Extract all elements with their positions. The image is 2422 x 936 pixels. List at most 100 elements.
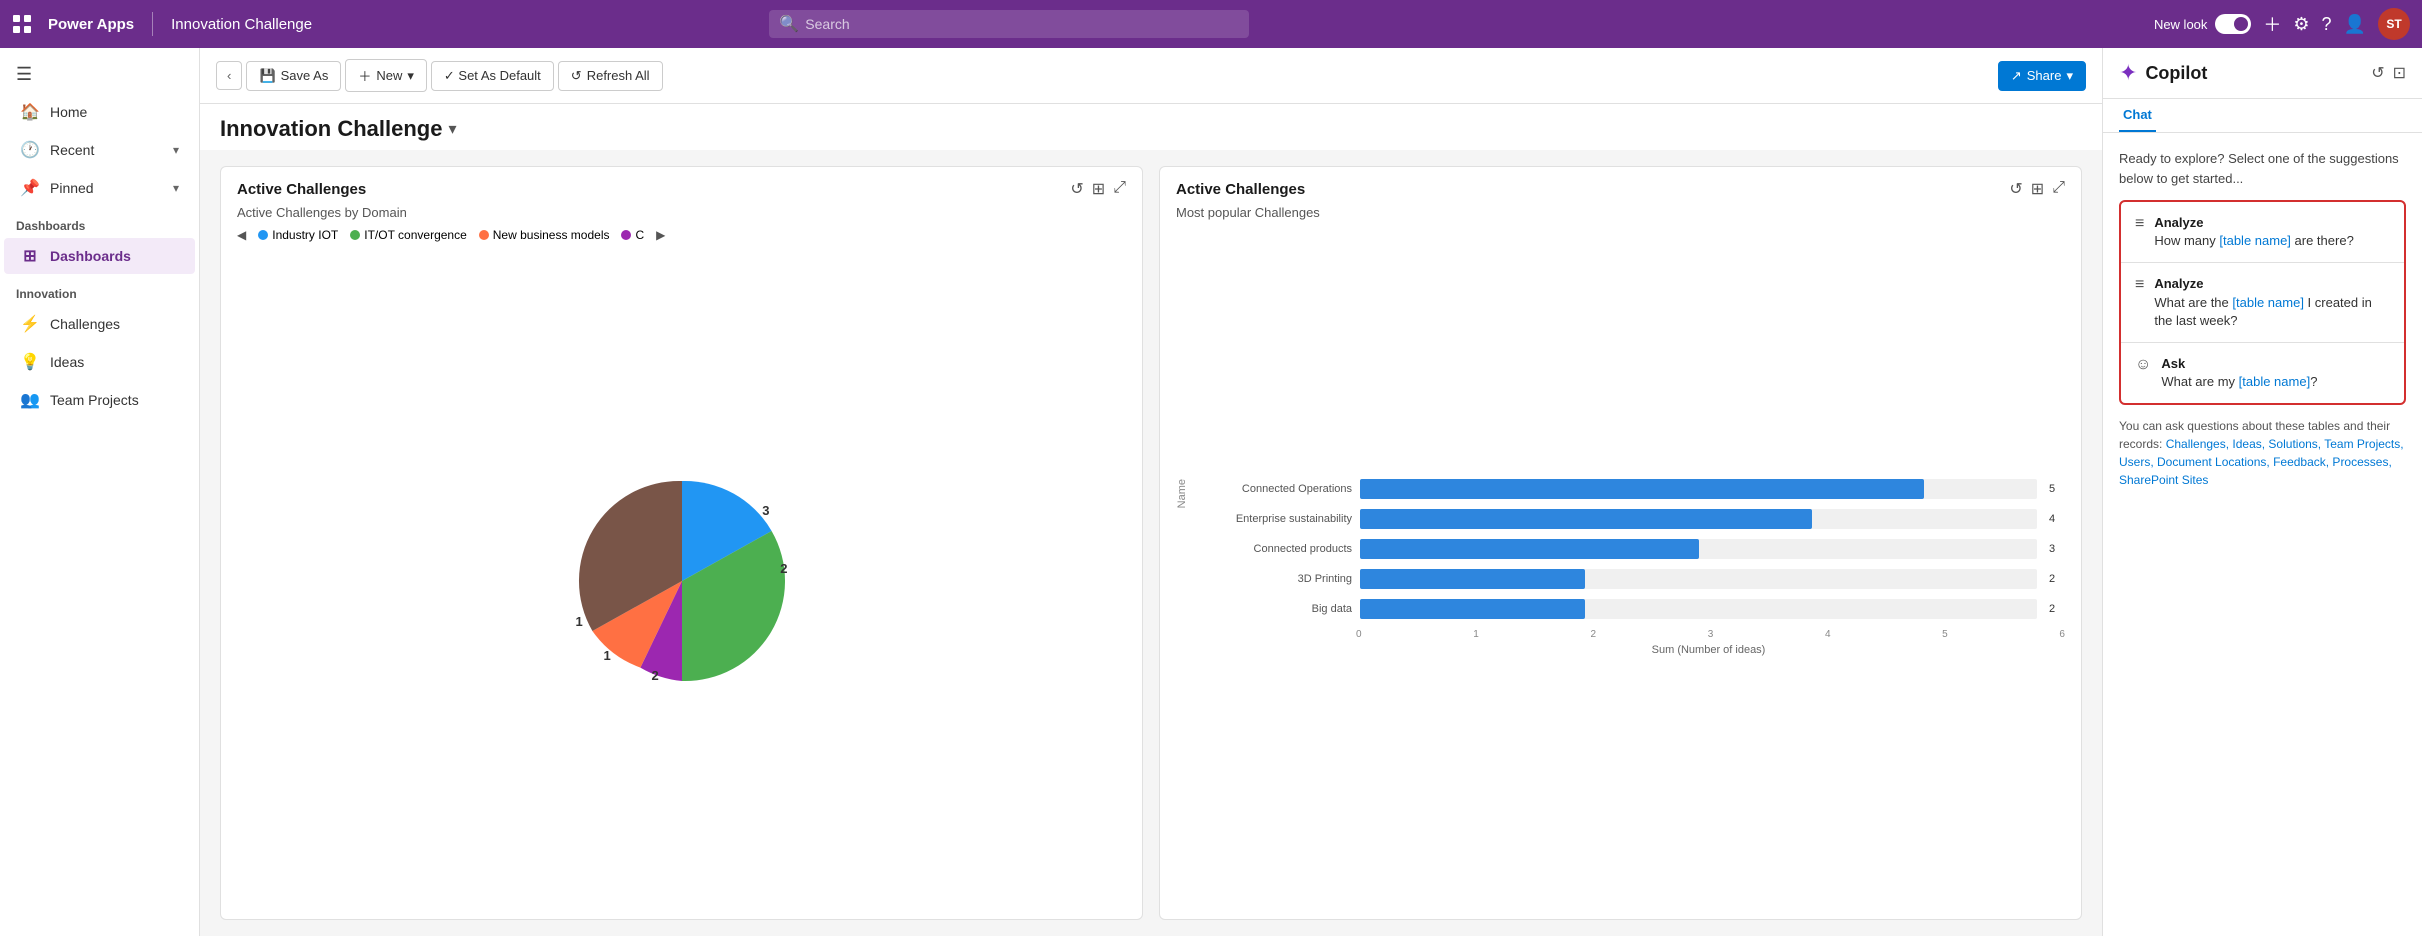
sidebar-item-team-projects[interactable]: 👥 Team Projects <box>4 382 195 418</box>
bar-track-4 <box>1360 599 2037 619</box>
suggestion-icon-2: ☺ <box>2135 356 2151 374</box>
grid-icon[interactable] <box>12 14 32 34</box>
suggestion-detail-2: What are my [table name]? <box>2161 373 2317 391</box>
suggestion-title-0: Analyze <box>2154 214 2353 232</box>
pie-expand-icon[interactable]: ⤢ <box>1113 179 1126 199</box>
set-as-default-button[interactable]: ✓ Set As Default <box>431 61 554 91</box>
new-label: New <box>376 68 402 83</box>
pie-refresh-icon[interactable]: ↺ <box>1070 179 1083 199</box>
suggestion-link-0[interactable]: [table name] <box>2219 233 2291 248</box>
new-icon: ＋ <box>358 66 371 85</box>
new-look-label: New look <box>2154 17 2207 32</box>
bar-card-header: Active Challenges ↺ ⊞ ⤢ <box>1160 167 2081 203</box>
sidebar-item-ideas[interactable]: 💡 Ideas <box>4 344 195 380</box>
bar-label-4: Big data <box>1192 603 1352 615</box>
sidebar-item-pinned[interactable]: 📌 Pinned ▾ <box>4 170 195 206</box>
suggestion-icon-1: ≡ <box>2135 276 2144 294</box>
pinned-expand-icon: ▾ <box>173 181 179 195</box>
set-default-label: ✓ Set As Default <box>444 68 541 84</box>
copilot-tab-chat[interactable]: Chat <box>2119 99 2156 132</box>
save-as-button[interactable]: 💾 Save As <box>246 61 341 91</box>
pie-chart-body: 3 2 1 1 2 <box>221 250 1142 919</box>
legend-industry-iot: Industry IOT <box>258 228 338 242</box>
refresh-icon: ↺ <box>571 68 582 84</box>
app-name: Innovation Challenge <box>171 16 312 33</box>
suggestion-link-2[interactable]: [table name] <box>2239 374 2311 389</box>
legend-c: C <box>621 228 644 242</box>
pie-export-icon[interactable]: ⊞ <box>1092 179 1105 199</box>
share-label: Share <box>2027 68 2062 83</box>
legend-dot-new-biz <box>479 230 489 240</box>
share-icon: ↗ <box>2011 68 2022 84</box>
legend-dot-c <box>621 230 631 240</box>
recent-expand-icon: ▾ <box>173 143 179 157</box>
copilot-panel: ✦ Copilot ↺ ⊡ Chat Ready to explore? Sel… <box>2102 48 2422 936</box>
pie-label-1-orange: 1 <box>576 614 583 629</box>
pie-card-actions: ↺ ⊞ ⤢ <box>1070 179 1126 199</box>
dashboard-area: Active Challenges ↺ ⊞ ⤢ Active Challenge… <box>200 150 2102 936</box>
suggestion-item-2[interactable]: ☺ Ask What are my [table name]? <box>2121 343 2404 403</box>
bar-fill-0 <box>1360 479 1924 499</box>
bar-row-1: Enterprise sustainability 4 <box>1192 509 2065 529</box>
bar-expand-icon[interactable]: ⤢ <box>2052 179 2065 199</box>
page-title-row: Innovation Challenge ▾ <box>220 116 2082 142</box>
hamburger-icon[interactable]: ☰ <box>0 56 199 93</box>
suggestion-link-1a[interactable]: [table name] <box>2232 295 2304 310</box>
pie-legend: ◀ Industry IOT IT/OT convergence New bus… <box>221 224 1142 250</box>
back-button[interactable]: ‹ <box>216 61 242 90</box>
pin-icon: 📌 <box>20 178 40 198</box>
copilot-settings-icon[interactable]: ⊡ <box>2393 63 2406 83</box>
sidebar-dashboards-label: Dashboards <box>50 248 131 264</box>
nav-divider <box>152 12 153 36</box>
y-axis-label: Name <box>1176 479 1188 524</box>
user-icon[interactable]: 👤 <box>2344 14 2366 35</box>
bar-fill-1 <box>1360 509 1812 529</box>
bar-value-4: 2 <box>2049 603 2065 615</box>
legend-dot-itot <box>350 230 360 240</box>
bar-fill-3 <box>1360 569 1585 589</box>
legend-prev-icon[interactable]: ◀ <box>237 228 246 242</box>
refresh-all-button[interactable]: ↺ Refresh All <box>558 61 663 91</box>
main-content: ‹ 💾 Save As ＋ New ▾ ✓ Set As Default ↺ R… <box>200 48 2102 936</box>
x-axis-title: Sum (Number of ideas) <box>1192 644 2065 656</box>
copilot-tables-list: Challenges, Ideas, Solutions, Team Proje… <box>2119 437 2404 487</box>
top-nav-right: New look ＋ ⚙ ? 👤 ST <box>2154 8 2410 40</box>
share-button[interactable]: ↗ Share ▾ <box>1998 61 2086 91</box>
search-input[interactable] <box>805 16 1239 32</box>
copilot-body: Ready to explore? Select one of the sugg… <box>2103 133 2422 936</box>
pie-label-2-green: 2 <box>780 561 787 576</box>
sidebar-item-challenges[interactable]: ⚡ Challenges <box>4 306 195 342</box>
sidebar-item-recent[interactable]: 🕐 Recent ▾ <box>4 132 195 168</box>
help-icon[interactable]: ? <box>2322 14 2332 35</box>
x-axis-2: 2 <box>1590 629 1596 640</box>
bar-refresh-icon[interactable]: ↺ <box>2009 179 2022 199</box>
suggestion-text-2: Ask What are my [table name]? <box>2161 355 2317 391</box>
save-as-label: Save As <box>281 68 329 83</box>
copilot-title-row: ✦ Copilot <box>2119 60 2207 86</box>
search-bar[interactable]: 🔍 <box>769 10 1249 38</box>
x-axis-0: 0 <box>1356 629 1362 640</box>
dashboards-icon: ⊞ <box>20 246 40 266</box>
recent-icon: 🕐 <box>20 140 40 160</box>
suggestion-icon-0: ≡ <box>2135 215 2144 233</box>
legend-next-icon[interactable]: ▶ <box>656 228 665 242</box>
sidebar-item-home[interactable]: 🏠 Home <box>4 94 195 130</box>
sidebar-item-dashboards[interactable]: ⊞ Dashboards <box>4 238 195 274</box>
new-chevron-icon: ▾ <box>407 68 414 84</box>
sidebar-pinned-label: Pinned <box>50 180 94 196</box>
page-title-chevron-icon[interactable]: ▾ <box>448 119 456 139</box>
plus-icon[interactable]: ＋ <box>2263 11 2281 37</box>
suggestion-item-1[interactable]: ≡ Analyze What are the [table name] I cr… <box>2121 263 2404 343</box>
bar-export-icon[interactable]: ⊞ <box>2031 179 2044 199</box>
page-header: Innovation Challenge ▾ <box>200 104 2102 150</box>
sidebar: ☰ 🏠 Home 🕐 Recent ▾ 📌 Pinned ▾ Dashboard… <box>0 48 200 936</box>
suggestion-item-0[interactable]: ≡ Analyze How many [table name] are ther… <box>2121 202 2404 263</box>
sidebar-challenges-label: Challenges <box>50 316 120 332</box>
bar-label-0: Connected Operations <box>1192 483 1352 495</box>
copilot-reset-icon[interactable]: ↺ <box>2371 63 2384 83</box>
new-look-switch[interactable] <box>2215 14 2251 34</box>
new-button[interactable]: ＋ New ▾ <box>345 59 427 92</box>
settings-icon[interactable]: ⚙ <box>2293 14 2309 35</box>
avatar[interactable]: ST <box>2378 8 2410 40</box>
new-look-toggle[interactable]: New look <box>2154 14 2251 34</box>
